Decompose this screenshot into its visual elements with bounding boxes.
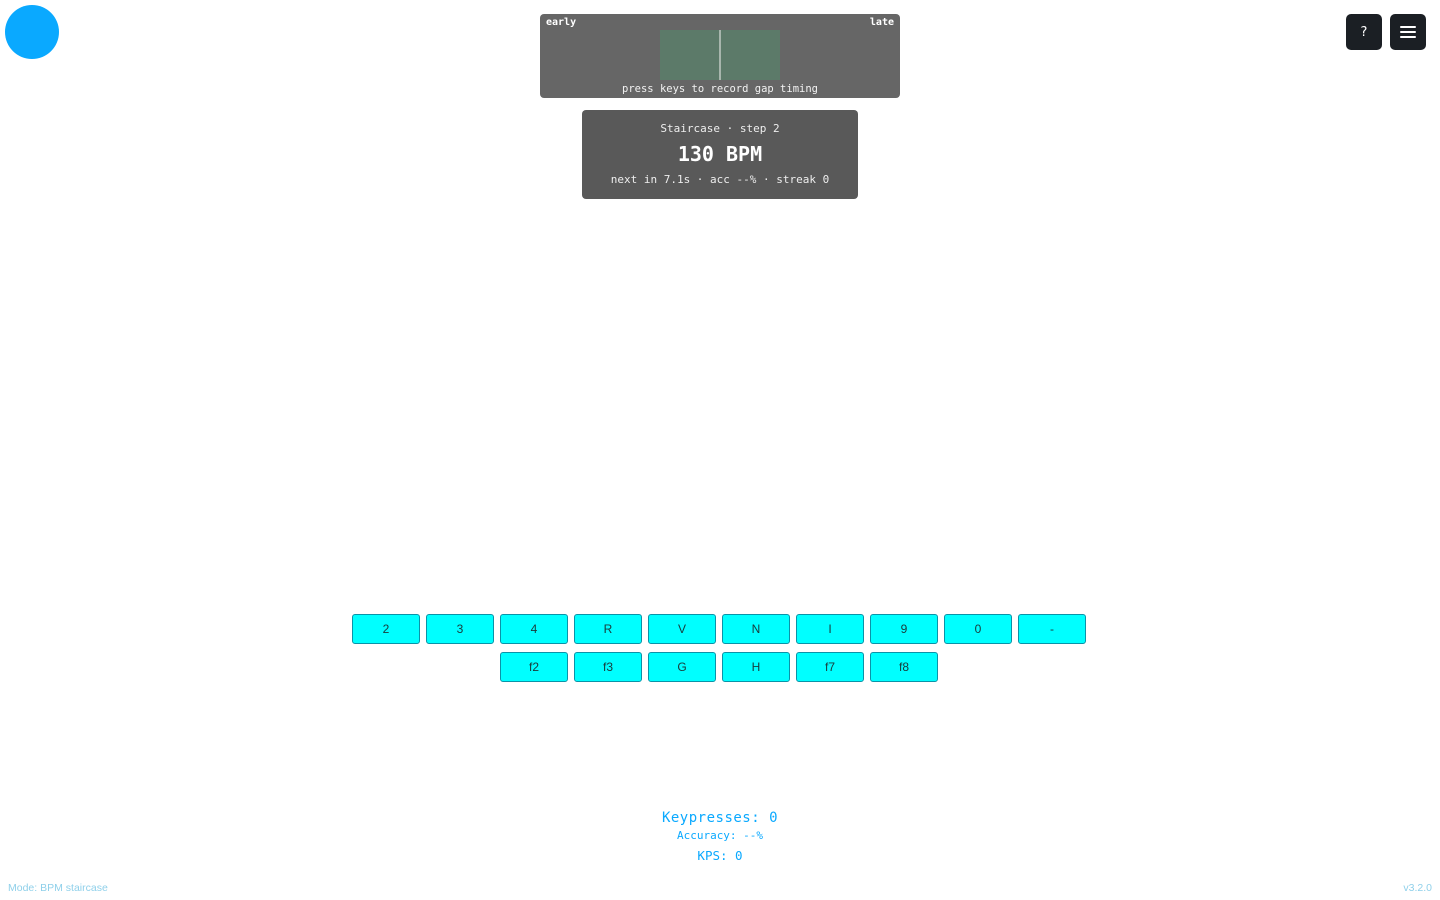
mode-label: Mode: BPM staircase	[8, 882, 108, 894]
key-3[interactable]: 3	[426, 614, 494, 644]
staircase-subtitle: next in 7.1s · acc --% · streak 0	[610, 173, 830, 186]
timing-center-line	[719, 30, 721, 80]
key-r[interactable]: R	[574, 614, 642, 644]
staircase-title: Staircase · step 2	[660, 122, 780, 135]
keypresses-counter: Keypresses: 0	[661, 810, 779, 826]
menu-button[interactable]	[1390, 14, 1426, 50]
key-f7[interactable]: f7	[796, 652, 864, 682]
help-icon: ?	[1360, 24, 1368, 40]
key-f2[interactable]: f2	[500, 652, 568, 682]
staircase-panel: Staircase · step 2 130 BPM next in 7.1s …	[582, 110, 858, 199]
key-f8[interactable]: f8	[870, 652, 938, 682]
status-dot	[5, 5, 59, 59]
key-f3[interactable]: f3	[574, 652, 642, 682]
accuracy-readout: Accuracy: --%	[676, 829, 764, 842]
key-9[interactable]: 9	[870, 614, 938, 644]
key-minus[interactable]: -	[1018, 614, 1086, 644]
key-i[interactable]: I	[796, 614, 864, 644]
hamburger-icon	[1400, 26, 1416, 38]
key-v[interactable]: V	[648, 614, 716, 644]
version-label: v3.2.0	[1403, 882, 1432, 894]
timing-window	[660, 30, 780, 80]
bpm-display: 130 BPM	[677, 142, 763, 166]
key-n[interactable]: N	[722, 614, 790, 644]
key-h[interactable]: H	[722, 652, 790, 682]
early-label: early	[546, 17, 577, 28]
key-2[interactable]: 2	[352, 614, 420, 644]
kps-readout: KPS: 0	[697, 848, 743, 863]
key-g[interactable]: G	[648, 652, 716, 682]
late-label: late	[869, 17, 894, 28]
timing-hint: press keys to record gap timing	[622, 83, 818, 95]
key-0[interactable]: 0	[944, 614, 1012, 644]
app-root: ? early late press keys to record gap ti…	[0, 0, 1440, 900]
timing-panel: early late press keys to record gap timi…	[540, 14, 900, 98]
key-4[interactable]: 4	[500, 614, 568, 644]
help-button[interactable]: ?	[1346, 14, 1382, 50]
